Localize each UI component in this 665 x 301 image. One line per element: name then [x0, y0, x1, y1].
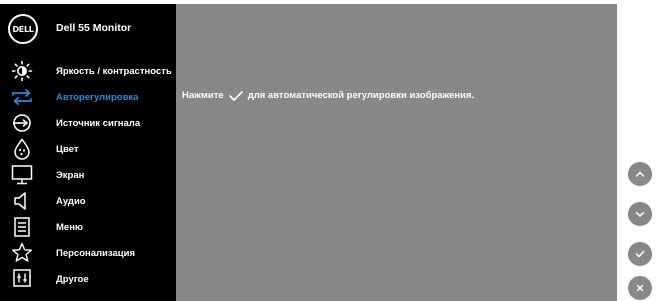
menu-icon: [10, 216, 34, 238]
menu-item-label: Яркость / контрастность: [56, 66, 172, 77]
menu-item-others[interactable]: Другое: [0, 266, 176, 292]
others-icon: [10, 268, 34, 290]
monitor-title: Dell 55 Monitor: [56, 22, 132, 34]
audio-icon: [10, 190, 34, 212]
color-icon: [10, 138, 34, 160]
menu-item-label: Авторегулировка: [56, 92, 139, 103]
check-icon: [635, 250, 645, 258]
chevron-down-icon: [635, 211, 645, 217]
personalize-icon: [10, 242, 34, 264]
display-icon: [10, 164, 34, 186]
confirm-button[interactable]: [628, 242, 652, 266]
menu-item-brightness-contrast[interactable]: Яркость / контрастность: [0, 58, 176, 84]
menu-item-label: Источник сигнала: [56, 118, 141, 129]
menu-item-label: Аудио: [56, 196, 86, 207]
menu-item-label: Другое: [56, 274, 89, 285]
menu-item-menu[interactable]: Меню: [0, 214, 176, 240]
menu-item-audio[interactable]: Аудио: [0, 188, 176, 214]
message-prefix: Нажмите: [182, 90, 224, 101]
menu-item-personalize[interactable]: Персонализация: [0, 240, 176, 266]
osd-menu: DELL Dell 55 Monitor Яркость / контрастн…: [0, 4, 176, 301]
check-icon: [228, 90, 243, 101]
input-source-icon: [10, 112, 34, 134]
dell-logo: DELL: [8, 14, 38, 44]
menu-item-display[interactable]: Экран: [0, 162, 176, 188]
menu-item-label: Меню: [56, 222, 84, 233]
down-button[interactable]: [628, 202, 652, 226]
auto-adjust-message: Нажмите для автоматической регулировки и…: [182, 90, 474, 101]
message-suffix: для автоматической регулировки изображен…: [247, 90, 475, 101]
menu-item-auto-adjust[interactable]: Авторегулировка: [0, 84, 176, 110]
brightness-icon: [10, 60, 34, 82]
close-icon: [636, 284, 644, 292]
menu-item-label: Экран: [56, 170, 85, 181]
osd-window: DELL Dell 55 Monitor Яркость / контрастн…: [0, 4, 617, 301]
menu-item-input-source[interactable]: Источник сигнала: [0, 110, 176, 136]
menu-item-label: Персонализация: [56, 248, 136, 259]
menu-header: DELL Dell 55 Monitor: [0, 4, 176, 52]
chevron-up-icon: [635, 171, 645, 177]
menu-item-label: Цвет: [56, 144, 79, 155]
menu-item-color[interactable]: Цвет: [0, 136, 176, 162]
auto-adjust-icon: [10, 86, 34, 108]
up-button[interactable]: [628, 162, 652, 186]
exit-button[interactable]: [628, 276, 652, 300]
